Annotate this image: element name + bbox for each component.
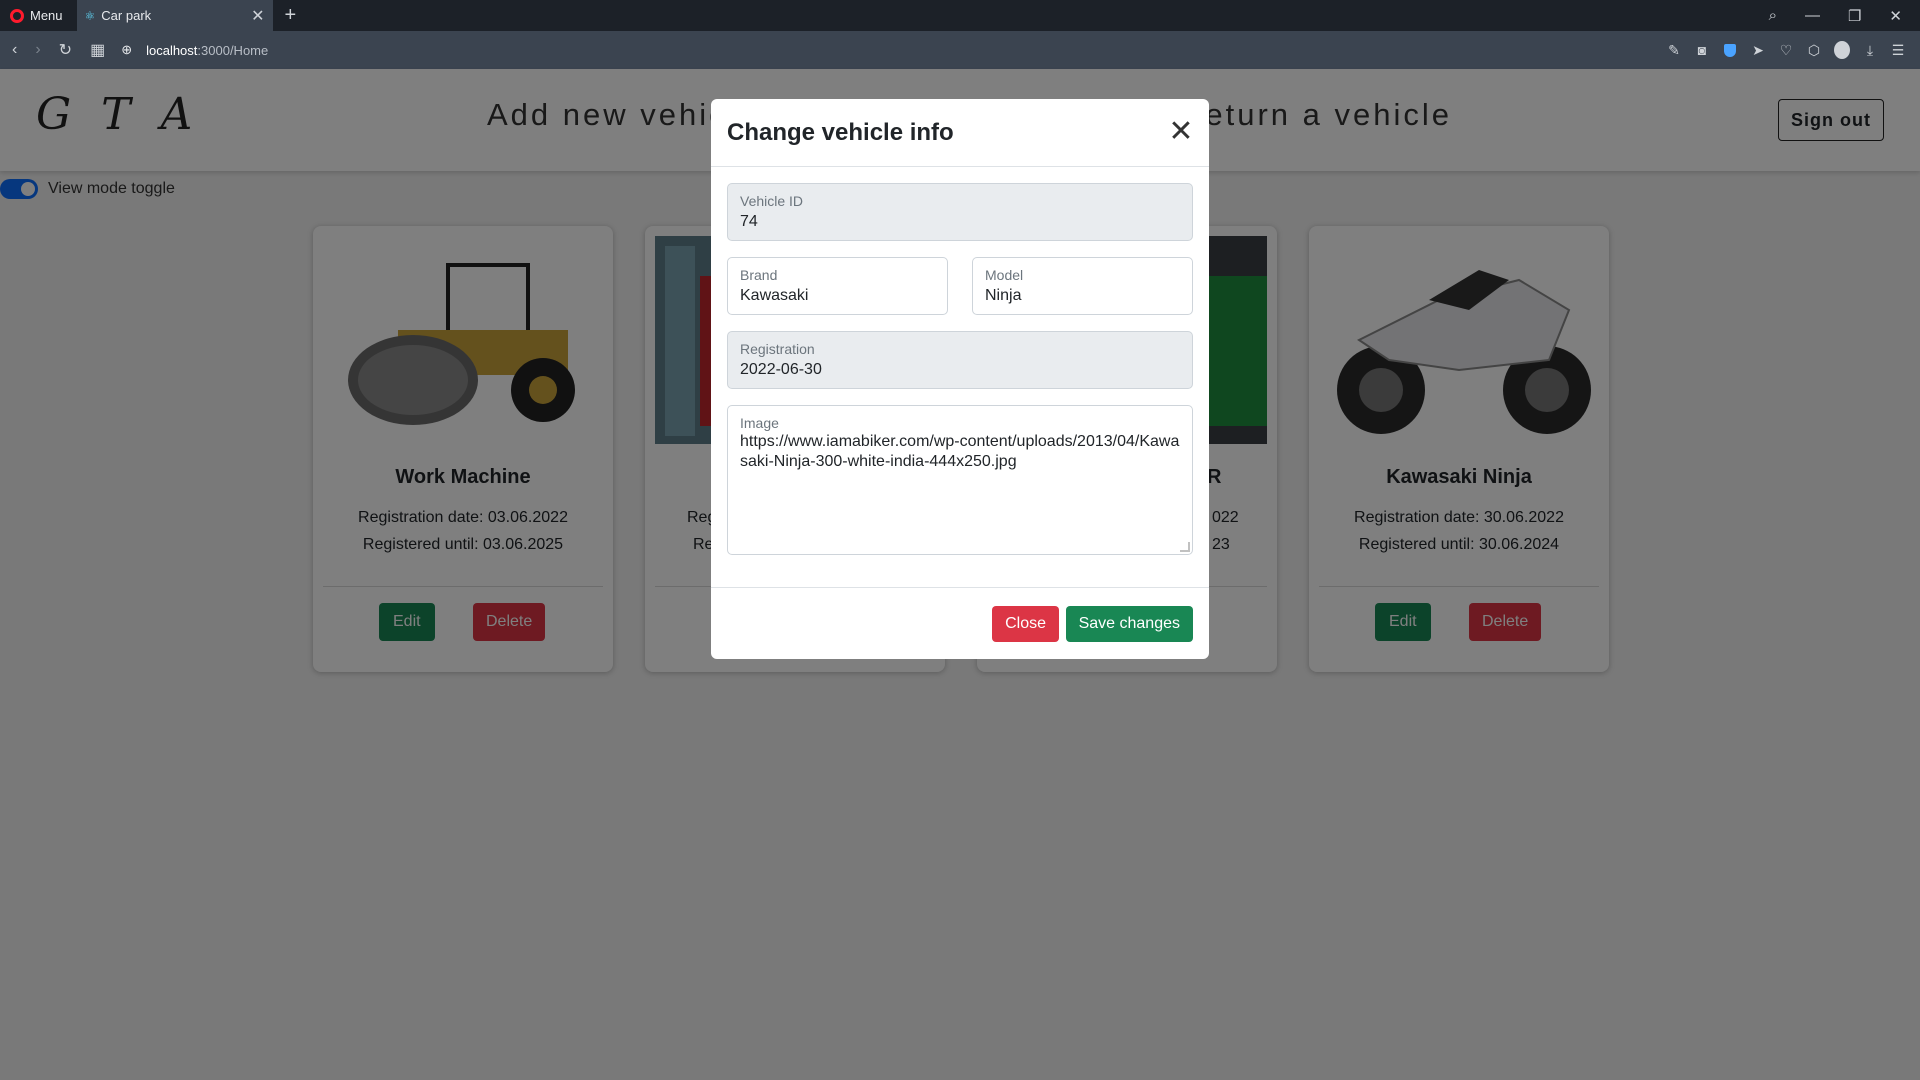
change-vehicle-modal: Change vehicle info ✕ Vehicle ID 74 Bran… (711, 99, 1209, 659)
url-path: :3000/Home (197, 42, 269, 58)
easy-setup-icon[interactable]: ☰ (1890, 42, 1906, 58)
vehicle-id-label: Vehicle ID (740, 193, 804, 209)
back-icon[interactable]: ‹ (12, 41, 17, 59)
close-button[interactable]: Close (992, 606, 1059, 642)
download-icon[interactable]: ⤓ (1862, 42, 1878, 58)
brand-field[interactable]: Brand Kawasaki (727, 257, 948, 315)
tab-title: Car park (101, 8, 152, 23)
search-tabs-icon[interactable]: ⌕ (1769, 7, 1777, 24)
edit-page-icon[interactable]: ✎ (1666, 42, 1682, 58)
brand-label: Brand (740, 267, 778, 283)
extensions-cube-icon[interactable]: ⬡ (1806, 42, 1822, 58)
tab-grid-icon[interactable]: ▦ (90, 40, 105, 60)
opera-logo-icon (10, 8, 24, 23)
image-label: Image (740, 415, 779, 431)
vehicle-id-value: 74 (740, 213, 758, 230)
save-changes-button[interactable]: Save changes (1065, 606, 1193, 642)
vehicle-id-field: Vehicle ID 74 (727, 183, 1193, 241)
registration-field: Registration 2022-06-30 (727, 331, 1193, 389)
new-tab-icon[interactable]: + (285, 4, 297, 27)
browser-tab[interactable]: ⚛ Car park ✕ (76, 0, 273, 31)
profile-icon[interactable] (1834, 41, 1850, 59)
minimize-icon[interactable]: — (1805, 7, 1820, 24)
globe-icon: ⊕ (121, 42, 133, 57)
image-url-textarea[interactable]: Image https://www.iamabiker.com/wp-conte… (727, 405, 1193, 555)
browser-addressbar: ‹ › ↻ ▦ ⊕ localhost:3000/Home ✎ ◙ ➤ ♡ ⬡ … (0, 31, 1920, 69)
browser-tabbar: Menu ⚛ Car park ✕ + ⌕ — ❐ ✕ (0, 0, 1920, 31)
model-field[interactable]: Model Ninja (972, 257, 1193, 315)
close-icon[interactable]: ✕ (1165, 115, 1197, 148)
close-window-icon[interactable]: ✕ (1889, 7, 1902, 25)
image-url-value[interactable]: https://www.iamabiker.com/wp-content/upl… (740, 432, 1180, 472)
snapshot-icon[interactable]: ◙ (1694, 42, 1710, 58)
browser-menu-label: Menu (30, 8, 63, 23)
heart-icon[interactable]: ♡ (1778, 42, 1794, 58)
registration-value: 2022-06-30 (740, 361, 822, 378)
modal-title: Change vehicle info (727, 119, 954, 146)
textarea-resize-handle[interactable] (1180, 542, 1190, 552)
forward-icon[interactable]: › (35, 41, 40, 59)
modal-footer: Close Save changes (711, 587, 1209, 659)
react-favicon-icon: ⚛ (84, 8, 96, 23)
model-label: Model (985, 267, 1024, 283)
brand-value[interactable]: Kawasaki (740, 287, 808, 305)
tab-close-icon[interactable]: ✕ (251, 6, 264, 26)
browser-menu-button[interactable]: Menu (0, 0, 73, 31)
url-field[interactable]: ⊕ localhost:3000/Home (121, 42, 268, 58)
send-icon[interactable]: ➤ (1750, 42, 1766, 58)
restore-icon[interactable]: ❐ (1848, 7, 1861, 25)
reload-icon[interactable]: ↻ (59, 40, 72, 60)
url-host: localhost (146, 42, 198, 58)
model-value[interactable]: Ninja (985, 287, 1021, 305)
registration-label: Registration (740, 341, 815, 357)
modal-header: Change vehicle info ✕ (711, 99, 1209, 167)
vpn-shield-icon[interactable] (1722, 42, 1738, 58)
